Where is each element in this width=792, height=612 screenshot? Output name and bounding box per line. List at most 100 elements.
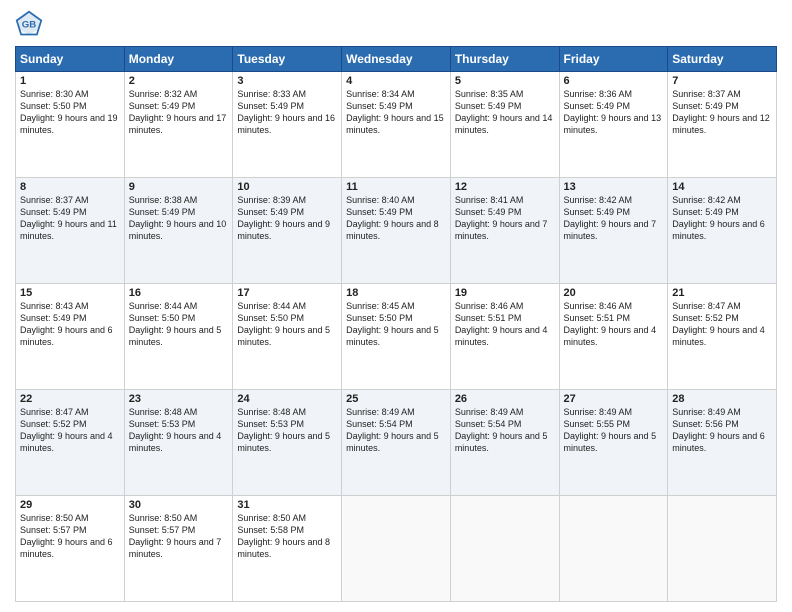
cell-info: Sunrise: 8:40 AMSunset: 5:49 PMDaylight:… (346, 194, 446, 243)
day-number: 6 (564, 75, 664, 87)
logo-icon: GB (15, 10, 43, 38)
cell-info: Sunrise: 8:49 AMSunset: 5:54 PMDaylight:… (346, 406, 446, 455)
day-number: 24 (237, 393, 337, 405)
cell-info: Sunrise: 8:35 AMSunset: 5:49 PMDaylight:… (455, 88, 555, 137)
cell-info: Sunrise: 8:47 AMSunset: 5:52 PMDaylight:… (20, 406, 120, 455)
day-number: 22 (20, 393, 120, 405)
calendar-cell: 13Sunrise: 8:42 AMSunset: 5:49 PMDayligh… (559, 178, 668, 284)
day-number: 19 (455, 287, 555, 299)
day-number: 2 (129, 75, 229, 87)
day-number: 18 (346, 287, 446, 299)
day-number: 8 (20, 181, 120, 193)
calendar-cell: 3Sunrise: 8:33 AMSunset: 5:49 PMDaylight… (233, 72, 342, 178)
day-number: 25 (346, 393, 446, 405)
day-number: 27 (564, 393, 664, 405)
cell-info: Sunrise: 8:43 AMSunset: 5:49 PMDaylight:… (20, 300, 120, 349)
weekday-header-friday: Friday (559, 47, 668, 72)
cell-info: Sunrise: 8:49 AMSunset: 5:56 PMDaylight:… (672, 406, 772, 455)
weekday-header-thursday: Thursday (450, 47, 559, 72)
calendar-cell: 8Sunrise: 8:37 AMSunset: 5:49 PMDaylight… (16, 178, 125, 284)
week-row-3: 15Sunrise: 8:43 AMSunset: 5:49 PMDayligh… (16, 284, 777, 390)
weekday-header-row: SundayMondayTuesdayWednesdayThursdayFrid… (16, 47, 777, 72)
day-number: 10 (237, 181, 337, 193)
calendar-cell: 18Sunrise: 8:45 AMSunset: 5:50 PMDayligh… (342, 284, 451, 390)
weekday-header-saturday: Saturday (668, 47, 777, 72)
calendar-cell: 27Sunrise: 8:49 AMSunset: 5:55 PMDayligh… (559, 390, 668, 496)
logo-area: GB (15, 10, 47, 38)
day-number: 12 (455, 181, 555, 193)
cell-info: Sunrise: 8:34 AMSunset: 5:49 PMDaylight:… (346, 88, 446, 137)
day-number: 26 (455, 393, 555, 405)
calendar-cell: 2Sunrise: 8:32 AMSunset: 5:49 PMDaylight… (124, 72, 233, 178)
cell-info: Sunrise: 8:37 AMSunset: 5:49 PMDaylight:… (20, 194, 120, 243)
calendar-cell: 10Sunrise: 8:39 AMSunset: 5:49 PMDayligh… (233, 178, 342, 284)
calendar-cell: 26Sunrise: 8:49 AMSunset: 5:54 PMDayligh… (450, 390, 559, 496)
day-number: 31 (237, 499, 337, 511)
calendar-cell: 4Sunrise: 8:34 AMSunset: 5:49 PMDaylight… (342, 72, 451, 178)
cell-info: Sunrise: 8:39 AMSunset: 5:49 PMDaylight:… (237, 194, 337, 243)
day-number: 30 (129, 499, 229, 511)
day-number: 5 (455, 75, 555, 87)
weekday-header-sunday: Sunday (16, 47, 125, 72)
week-row-1: 1Sunrise: 8:30 AMSunset: 5:50 PMDaylight… (16, 72, 777, 178)
calendar-cell: 5Sunrise: 8:35 AMSunset: 5:49 PMDaylight… (450, 72, 559, 178)
weekday-header-tuesday: Tuesday (233, 47, 342, 72)
calendar-cell: 28Sunrise: 8:49 AMSunset: 5:56 PMDayligh… (668, 390, 777, 496)
cell-info: Sunrise: 8:48 AMSunset: 5:53 PMDaylight:… (237, 406, 337, 455)
week-row-4: 22Sunrise: 8:47 AMSunset: 5:52 PMDayligh… (16, 390, 777, 496)
day-number: 15 (20, 287, 120, 299)
calendar-cell: 21Sunrise: 8:47 AMSunset: 5:52 PMDayligh… (668, 284, 777, 390)
day-number: 21 (672, 287, 772, 299)
cell-info: Sunrise: 8:41 AMSunset: 5:49 PMDaylight:… (455, 194, 555, 243)
day-number: 29 (20, 499, 120, 511)
day-number: 23 (129, 393, 229, 405)
calendar-cell: 31Sunrise: 8:50 AMSunset: 5:58 PMDayligh… (233, 496, 342, 602)
day-number: 4 (346, 75, 446, 87)
cell-info: Sunrise: 8:44 AMSunset: 5:50 PMDaylight:… (129, 300, 229, 349)
day-number: 13 (564, 181, 664, 193)
calendar-table: SundayMondayTuesdayWednesdayThursdayFrid… (15, 46, 777, 602)
calendar-cell: 19Sunrise: 8:46 AMSunset: 5:51 PMDayligh… (450, 284, 559, 390)
cell-info: Sunrise: 8:48 AMSunset: 5:53 PMDaylight:… (129, 406, 229, 455)
day-number: 11 (346, 181, 446, 193)
cell-info: Sunrise: 8:46 AMSunset: 5:51 PMDaylight:… (455, 300, 555, 349)
calendar-cell: 25Sunrise: 8:49 AMSunset: 5:54 PMDayligh… (342, 390, 451, 496)
cell-info: Sunrise: 8:30 AMSunset: 5:50 PMDaylight:… (20, 88, 120, 137)
cell-info: Sunrise: 8:37 AMSunset: 5:49 PMDaylight:… (672, 88, 772, 137)
calendar-cell: 30Sunrise: 8:50 AMSunset: 5:57 PMDayligh… (124, 496, 233, 602)
day-number: 9 (129, 181, 229, 193)
calendar-cell: 29Sunrise: 8:50 AMSunset: 5:57 PMDayligh… (16, 496, 125, 602)
cell-info: Sunrise: 8:36 AMSunset: 5:49 PMDaylight:… (564, 88, 664, 137)
cell-info: Sunrise: 8:49 AMSunset: 5:54 PMDaylight:… (455, 406, 555, 455)
cell-info: Sunrise: 8:49 AMSunset: 5:55 PMDaylight:… (564, 406, 664, 455)
day-number: 17 (237, 287, 337, 299)
calendar-cell: 7Sunrise: 8:37 AMSunset: 5:49 PMDaylight… (668, 72, 777, 178)
calendar-cell: 15Sunrise: 8:43 AMSunset: 5:49 PMDayligh… (16, 284, 125, 390)
header: GB (15, 10, 777, 38)
calendar-cell (342, 496, 451, 602)
calendar-cell: 12Sunrise: 8:41 AMSunset: 5:49 PMDayligh… (450, 178, 559, 284)
cell-info: Sunrise: 8:33 AMSunset: 5:49 PMDaylight:… (237, 88, 337, 137)
cell-info: Sunrise: 8:32 AMSunset: 5:49 PMDaylight:… (129, 88, 229, 137)
calendar-cell: 16Sunrise: 8:44 AMSunset: 5:50 PMDayligh… (124, 284, 233, 390)
cell-info: Sunrise: 8:42 AMSunset: 5:49 PMDaylight:… (564, 194, 664, 243)
weekday-header-monday: Monday (124, 47, 233, 72)
calendar-cell: 23Sunrise: 8:48 AMSunset: 5:53 PMDayligh… (124, 390, 233, 496)
cell-info: Sunrise: 8:44 AMSunset: 5:50 PMDaylight:… (237, 300, 337, 349)
day-number: 20 (564, 287, 664, 299)
cell-info: Sunrise: 8:47 AMSunset: 5:52 PMDaylight:… (672, 300, 772, 349)
calendar-cell: 9Sunrise: 8:38 AMSunset: 5:49 PMDaylight… (124, 178, 233, 284)
calendar-cell: 1Sunrise: 8:30 AMSunset: 5:50 PMDaylight… (16, 72, 125, 178)
day-number: 7 (672, 75, 772, 87)
svg-text:GB: GB (22, 20, 36, 31)
calendar-cell: 14Sunrise: 8:42 AMSunset: 5:49 PMDayligh… (668, 178, 777, 284)
cell-info: Sunrise: 8:50 AMSunset: 5:57 PMDaylight:… (20, 512, 120, 561)
cell-info: Sunrise: 8:46 AMSunset: 5:51 PMDaylight:… (564, 300, 664, 349)
week-row-2: 8Sunrise: 8:37 AMSunset: 5:49 PMDaylight… (16, 178, 777, 284)
cell-info: Sunrise: 8:50 AMSunset: 5:58 PMDaylight:… (237, 512, 337, 561)
cell-info: Sunrise: 8:45 AMSunset: 5:50 PMDaylight:… (346, 300, 446, 349)
calendar-cell: 11Sunrise: 8:40 AMSunset: 5:49 PMDayligh… (342, 178, 451, 284)
calendar-cell: 24Sunrise: 8:48 AMSunset: 5:53 PMDayligh… (233, 390, 342, 496)
day-number: 3 (237, 75, 337, 87)
day-number: 14 (672, 181, 772, 193)
